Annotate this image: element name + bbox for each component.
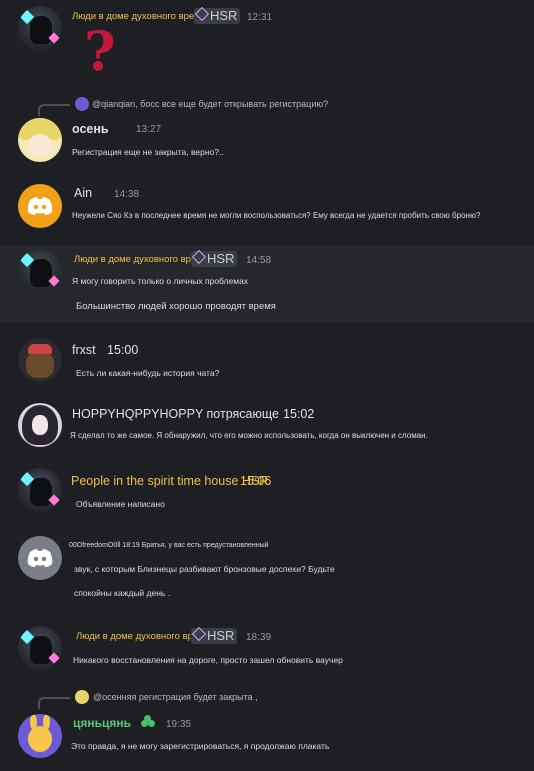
message-2: @qianqian, босс все еще будет открывать … xyxy=(0,94,534,164)
message-3: Ain 14:38 Неужели Сяо Кэ в последнее вре… xyxy=(0,176,534,238)
message-text: Это правда, я не могу зарегистрироваться… xyxy=(71,741,330,751)
author-name[interactable]: осень xyxy=(72,122,109,136)
user-avatar[interactable] xyxy=(18,6,62,50)
gem-icon xyxy=(191,249,207,265)
author-name[interactable]: HOPPYHQPPYHOPPY потрясающе xyxy=(72,407,279,421)
author-name[interactable]: цяньцянь xyxy=(73,716,131,730)
message-text: Никакого восстановления на дороге, прост… xyxy=(73,655,343,665)
timestamp: 15:02 xyxy=(283,407,315,421)
message-5: frxst 15:00 Есть ли какая-нибудь история… xyxy=(0,332,534,390)
reply-avatar xyxy=(75,97,89,111)
gem-icon xyxy=(194,6,210,22)
user-avatar[interactable] xyxy=(18,184,62,228)
message-text: Неужели Сяо Кэ в последнее время не могл… xyxy=(72,211,481,220)
role-tag-label: HSR xyxy=(210,8,238,23)
role-tag[interactable]: HSR xyxy=(191,626,238,644)
author-name[interactable]: People in the spirit time house HSR xyxy=(71,474,268,488)
role-tag-label: HSR xyxy=(207,251,235,266)
message-9: Люди в доме духовного времени HSR 18:39 … xyxy=(0,618,534,680)
timestamp: 15:06 xyxy=(240,474,272,488)
timestamp: 14:58 xyxy=(246,255,272,266)
message-10: @осенняя регистрация будет закрыта , цян… xyxy=(0,687,534,771)
user-avatar[interactable] xyxy=(18,403,62,447)
user-avatar[interactable] xyxy=(18,536,62,580)
message-text-2: Большинство людей хорошо проводят время xyxy=(76,301,276,312)
reply-connector xyxy=(38,104,70,116)
timestamp: 18:39 xyxy=(246,632,272,643)
role-tag-label: HSR xyxy=(207,628,235,643)
user-avatar[interactable] xyxy=(18,626,62,670)
message-1: Люди в доме духовного времени HSR 12:31 … xyxy=(0,0,534,92)
discord-icon xyxy=(27,549,53,567)
message-text: Я сделал то же самое. Я обнаружил, что е… xyxy=(70,431,428,440)
reply-text[interactable]: @осенняя регистрация будет закрыта , xyxy=(93,692,258,702)
author-name[interactable]: Ain xyxy=(74,186,92,200)
gem-icon xyxy=(191,626,207,642)
author-name[interactable]: frxst xyxy=(72,343,96,357)
discord-icon xyxy=(27,197,53,215)
message-text: Я могу говорить только о личных проблема… xyxy=(72,276,249,286)
author-header[interactable]: 00OfreedomO0ll 18:19 Братья, у вас есть … xyxy=(69,542,269,549)
reply-avatar xyxy=(75,690,89,704)
message-text-2: спокойны каждый день . xyxy=(74,588,171,598)
message-text: Есть ли какая-нибудь история чата? xyxy=(76,368,220,378)
reply-connector xyxy=(38,697,70,709)
clover-icon xyxy=(141,715,155,729)
message-4: Люди в доме духовного времени HSR 14:58 … xyxy=(0,245,534,323)
user-avatar[interactable] xyxy=(18,714,62,758)
user-avatar[interactable] xyxy=(18,249,62,293)
user-avatar[interactable] xyxy=(18,118,62,162)
role-tag[interactable]: HSR xyxy=(191,249,238,267)
timestamp: 13:27 xyxy=(136,124,162,135)
role-tag[interactable]: HSR xyxy=(194,6,241,24)
message-6: HOPPYHQPPYHOPPY потрясающе 15:02 Я сдела… xyxy=(0,397,534,453)
user-avatar[interactable] xyxy=(18,468,62,512)
message-7: People in the spirit time house HSR 15:0… xyxy=(0,462,534,520)
timestamp: 15:00 xyxy=(107,343,139,357)
message-8: 00OfreedomO0ll 18:19 Братья, у вас есть … xyxy=(0,532,534,610)
message-text: Регистрация еще не закрыта, верно?.. xyxy=(72,147,224,157)
timestamp: 19:35 xyxy=(166,719,192,730)
timestamp: 12:31 xyxy=(247,12,273,23)
question-mark-reaction: ? xyxy=(84,19,116,83)
message-text: звук, с которым Близнецы разбивают бронз… xyxy=(74,564,335,574)
message-text: Объявление написано xyxy=(76,499,165,509)
user-avatar[interactable] xyxy=(18,338,62,382)
reply-text[interactable]: @qianqian, босс все еще будет открывать … xyxy=(92,99,328,109)
timestamp: 14:38 xyxy=(114,189,140,200)
